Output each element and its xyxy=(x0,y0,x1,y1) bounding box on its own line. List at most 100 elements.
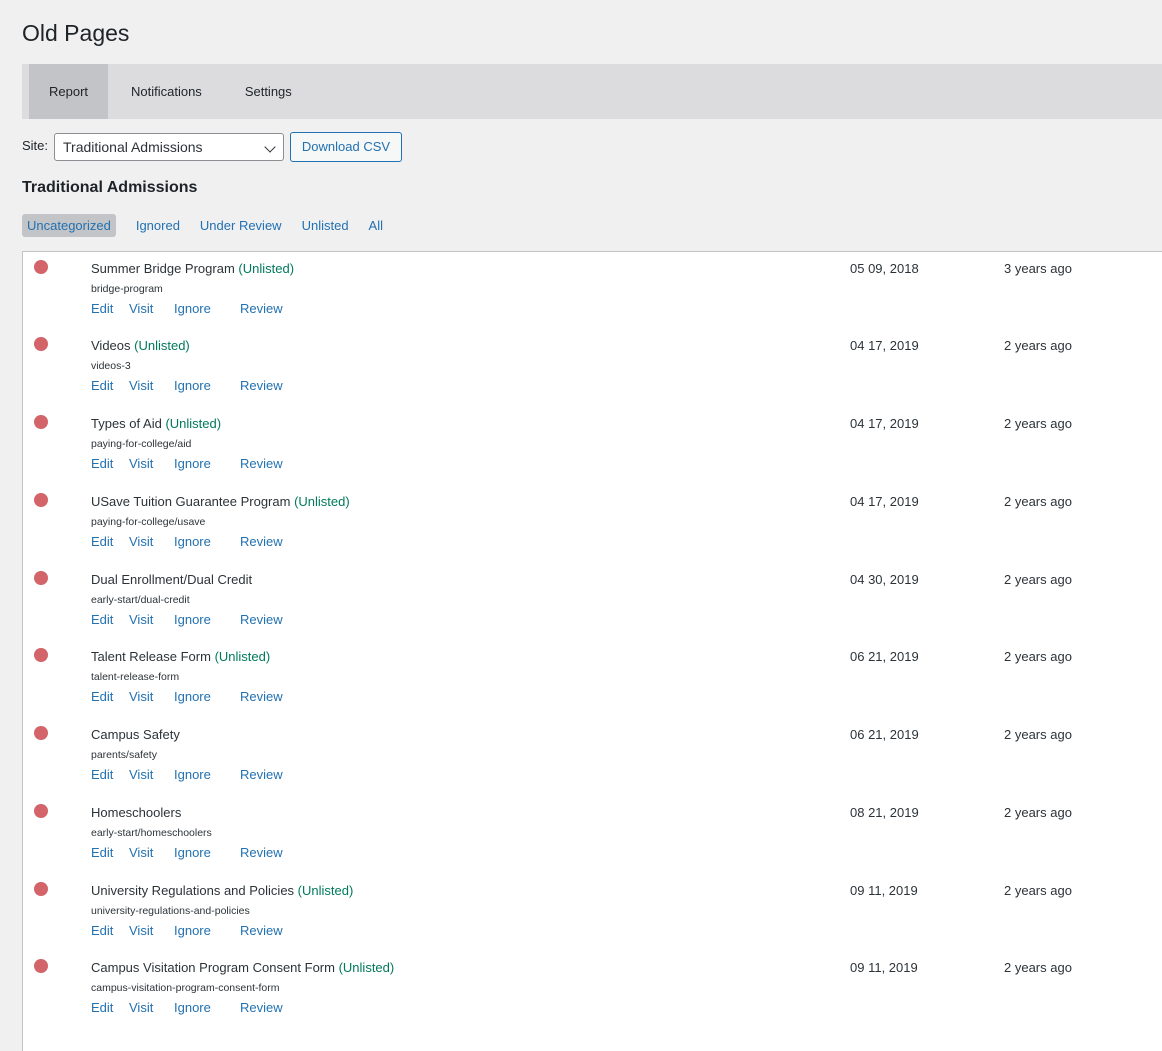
tab-notifications[interactable]: Notifications xyxy=(131,64,202,119)
filter-all[interactable]: All xyxy=(369,214,383,237)
review-link[interactable]: Review xyxy=(240,378,283,393)
page-slug: early-start/homeschoolers xyxy=(91,827,212,839)
visit-link[interactable]: Visit xyxy=(129,689,153,704)
status-dot xyxy=(34,571,48,585)
visit-link[interactable]: Visit xyxy=(129,923,153,938)
status-dot xyxy=(34,882,48,896)
relative-age: 2 years ago xyxy=(1004,883,1072,898)
list-item: USave Tuition Guarantee Program (Unliste… xyxy=(23,485,1162,563)
review-link[interactable]: Review xyxy=(240,923,283,938)
list-item: Summer Bridge Program (Unlisted) bridge-… xyxy=(23,252,1162,330)
unlisted-tag: (Unlisted) xyxy=(338,960,395,975)
edit-link[interactable]: Edit xyxy=(91,923,113,938)
edit-link[interactable]: Edit xyxy=(91,301,113,316)
download-csv-button[interactable]: Download CSV xyxy=(290,132,402,162)
unlisted-tag: (Unlisted) xyxy=(134,338,190,353)
site-select[interactable]: Traditional Admissions xyxy=(54,133,284,161)
edit-link[interactable]: Edit xyxy=(91,689,113,704)
page-name: Talent Release Form xyxy=(91,649,211,664)
relative-age: 3 years ago xyxy=(1004,261,1072,276)
review-link[interactable]: Review xyxy=(240,612,283,627)
filter-links: Uncategorized Ignored Under Review Unlis… xyxy=(22,214,383,237)
visit-link[interactable]: Visit xyxy=(129,767,153,782)
visit-link[interactable]: Visit xyxy=(129,845,153,860)
edit-link[interactable]: Edit xyxy=(91,378,113,393)
page-slug: videos-3 xyxy=(91,360,131,372)
review-link[interactable]: Review xyxy=(240,689,283,704)
page-name: USave Tuition Guarantee Program xyxy=(91,494,291,509)
page-slug: university-regulations-and-policies xyxy=(91,905,250,917)
page-title-line: Videos (Unlisted) xyxy=(91,338,190,353)
status-dot xyxy=(34,260,48,274)
ignore-link[interactable]: Ignore xyxy=(174,767,211,782)
filter-unlisted[interactable]: Unlisted xyxy=(302,214,349,237)
modified-date: 04 17, 2019 xyxy=(850,416,919,431)
visit-link[interactable]: Visit xyxy=(129,456,153,471)
visit-link[interactable]: Visit xyxy=(129,1000,153,1015)
page-slug: bridge-program xyxy=(91,283,163,295)
list-item: Campus Safety parents/safety Edit Visit … xyxy=(23,718,1162,796)
visit-link[interactable]: Visit xyxy=(129,612,153,627)
modified-date: 09 11, 2019 xyxy=(850,883,918,898)
edit-link[interactable]: Edit xyxy=(91,1000,113,1015)
modified-date: 05 09, 2018 xyxy=(850,261,919,276)
page-slug: paying-for-college/aid xyxy=(91,438,192,450)
page-name: Dual Enrollment/Dual Credit xyxy=(91,572,253,587)
ignore-link[interactable]: Ignore xyxy=(174,845,211,860)
review-link[interactable]: Review xyxy=(240,456,283,471)
filter-under-review[interactable]: Under Review xyxy=(200,214,282,237)
unlisted-tag: (Unlisted) xyxy=(165,416,222,431)
status-dot xyxy=(34,415,48,429)
page-name: Summer Bridge Program xyxy=(91,261,235,276)
review-link[interactable]: Review xyxy=(240,767,283,782)
edit-link[interactable]: Edit xyxy=(91,767,113,782)
section-title: Traditional Admissions xyxy=(22,179,198,196)
unlisted-tag: (Unlisted) xyxy=(238,261,295,276)
visit-link[interactable]: Visit xyxy=(129,378,153,393)
relative-age: 2 years ago xyxy=(1004,416,1072,431)
visit-link[interactable]: Visit xyxy=(129,534,153,549)
review-link[interactable]: Review xyxy=(240,301,283,316)
tab-report[interactable]: Report xyxy=(29,64,108,119)
edit-link[interactable]: Edit xyxy=(91,456,113,471)
unlisted-tag: (Unlisted) xyxy=(294,494,350,509)
page-title-line: Types of Aid (Unlisted) xyxy=(91,416,221,431)
review-link[interactable]: Review xyxy=(240,845,283,860)
page-name: Campus Visitation Program Consent Form xyxy=(91,960,335,975)
modified-date: 04 30, 2019 xyxy=(850,572,919,587)
relative-age: 2 years ago xyxy=(1004,805,1072,820)
list-item: Videos (Unlisted) videos-3 Edit Visit Ig… xyxy=(23,329,1162,407)
filter-uncategorized[interactable]: Uncategorized xyxy=(22,214,116,237)
ignore-link[interactable]: Ignore xyxy=(174,612,211,627)
page-name: University Regulations and Policies xyxy=(91,883,295,898)
ignore-link[interactable]: Ignore xyxy=(174,456,211,471)
page-title-line: Campus Visitation Program Consent Form (… xyxy=(91,960,394,975)
review-link[interactable]: Review xyxy=(240,1000,283,1015)
edit-link[interactable]: Edit xyxy=(91,534,113,549)
page-slug: campus-visitation-program-consent-form xyxy=(91,982,280,994)
relative-age: 2 years ago xyxy=(1004,338,1072,353)
status-dot xyxy=(34,648,48,662)
ignore-link[interactable]: Ignore xyxy=(174,534,211,549)
visit-link[interactable]: Visit xyxy=(129,301,153,316)
status-dot xyxy=(34,337,48,351)
list-item: University Regulations and Policies (Unl… xyxy=(23,874,1162,952)
ignore-link[interactable]: Ignore xyxy=(174,301,211,316)
pages-list: Summer Bridge Program (Unlisted) bridge-… xyxy=(22,251,1162,1051)
edit-link[interactable]: Edit xyxy=(91,612,113,627)
edit-link[interactable]: Edit xyxy=(91,845,113,860)
review-link[interactable]: Review xyxy=(240,534,283,549)
page-slug: talent-release-form xyxy=(91,671,180,683)
ignore-link[interactable]: Ignore xyxy=(174,689,211,704)
ignore-link[interactable]: Ignore xyxy=(174,923,211,938)
page-title-line: University Regulations and Policies (Unl… xyxy=(91,883,353,898)
site-label: Site: xyxy=(22,138,49,153)
page-title-line: Dual Enrollment/Dual Credit xyxy=(91,572,252,587)
tab-settings[interactable]: Settings xyxy=(245,64,292,119)
filter-ignored[interactable]: Ignored xyxy=(136,214,180,237)
relative-age: 2 years ago xyxy=(1004,494,1072,509)
page-title-line: Campus Safety xyxy=(91,727,180,742)
page-slug: paying-for-college/usave xyxy=(91,516,206,528)
ignore-link[interactable]: Ignore xyxy=(174,1000,211,1015)
ignore-link[interactable]: Ignore xyxy=(174,378,211,393)
